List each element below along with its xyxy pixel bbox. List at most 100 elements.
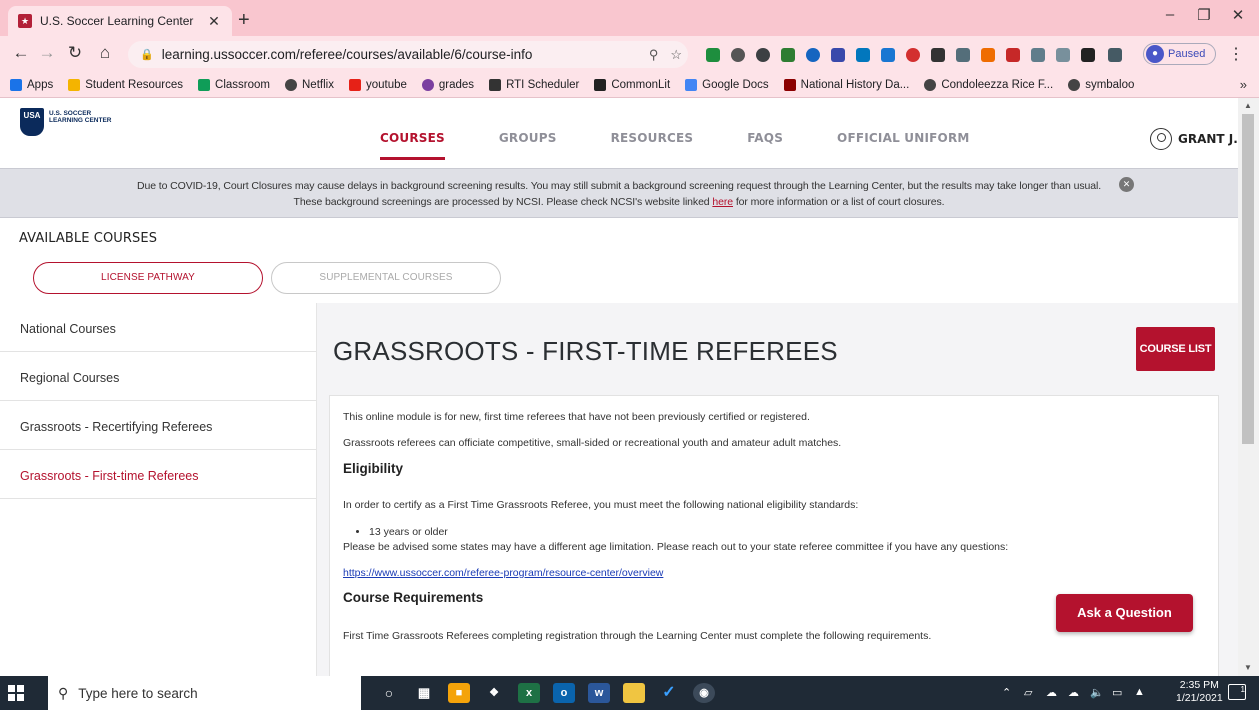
- ussoccer-logo[interactable]: USA U.S. SOCCER LEARNING CENTER: [20, 108, 111, 136]
- bookmark-apps[interactable]: Apps: [10, 78, 53, 91]
- bookmark-classroom[interactable]: Classroom: [198, 78, 270, 91]
- sidebar-item-national-courses[interactable]: National Courses: [0, 303, 316, 352]
- onedrive-icon[interactable]: ☁: [1046, 686, 1057, 699]
- sidebar-item-first-time-referees[interactable]: Grassroots - First-time Referees: [0, 450, 316, 499]
- scroll-up-icon[interactable]: ▲: [1244, 101, 1252, 110]
- extension-icon[interactable]: [756, 48, 770, 62]
- chrome-icon[interactable]: ◉: [693, 683, 715, 703]
- meet-now-icon[interactable]: ▱: [1024, 686, 1032, 699]
- extension-icon[interactable]: [731, 48, 745, 62]
- bookmark-netflix[interactable]: Netflix: [285, 78, 334, 91]
- outlook-icon[interactable]: o: [553, 683, 575, 703]
- close-tab-icon[interactable]: ✕: [206, 13, 222, 30]
- file-explorer-icon[interactable]: [623, 683, 645, 703]
- extension-icon[interactable]: [956, 48, 970, 62]
- sidebar-item-recertifying-referees[interactable]: Grassroots - Recertifying Referees: [0, 401, 316, 450]
- available-courses-title: AVAILABLE COURSES: [19, 231, 158, 246]
- nav-groups[interactable]: GROUPS: [499, 131, 557, 160]
- extension-icon[interactable]: [806, 48, 820, 62]
- wifi-icon[interactable]: ▲: [1134, 686, 1145, 698]
- taskbar-search[interactable]: ⚲ Type here to search: [48, 676, 361, 710]
- cloud-icon[interactable]: ☁: [1068, 686, 1079, 699]
- extension-icon[interactable]: [781, 48, 795, 62]
- notice-text: for more information or a list of court …: [733, 196, 945, 208]
- more-bookmarks-icon[interactable]: »: [1240, 77, 1247, 92]
- supplemental-courses-tab[interactable]: SUPPLEMENTAL COURSES: [271, 262, 501, 294]
- nav-courses[interactable]: COURSES: [380, 131, 445, 160]
- store-icon[interactable]: ■: [448, 683, 470, 703]
- extension-icon[interactable]: [831, 48, 845, 62]
- cortana-icon[interactable]: ○: [378, 683, 400, 703]
- word-icon[interactable]: w: [588, 683, 610, 703]
- sidebar-item-regional-courses[interactable]: Regional Courses: [0, 352, 316, 401]
- excel-icon[interactable]: x: [518, 683, 540, 703]
- bookmark-symbaloo[interactable]: symbaloo: [1068, 78, 1135, 91]
- bookmark-condoleezza-rice[interactable]: Condoleezza Rice F...: [924, 78, 1053, 91]
- avatar: ●: [1146, 45, 1164, 63]
- task-view-icon[interactable]: ▦: [413, 683, 435, 703]
- windows-start-icon[interactable]: [8, 685, 24, 701]
- scroll-down-icon[interactable]: ▼: [1244, 663, 1252, 672]
- back-icon[interactable]: ←: [10, 43, 32, 63]
- bookmark-grades[interactable]: grades: [421, 78, 474, 91]
- nav-official-uniform[interactable]: OFFICIAL UNIFORM: [837, 131, 969, 160]
- bookmark-rti-scheduler[interactable]: RTI Scheduler: [489, 78, 579, 91]
- notice-line: These background screenings are processe…: [0, 194, 1238, 210]
- volume-icon[interactable]: 🔈: [1090, 686, 1104, 699]
- bookmark-national-history-day[interactable]: National History Da...: [783, 78, 909, 91]
- puzzle-icon[interactable]: [1081, 48, 1095, 62]
- browser-tab[interactable]: ★ U.S. Soccer Learning Center ✕: [8, 6, 232, 36]
- user-menu[interactable]: GRANT J.: [1150, 128, 1238, 150]
- clock-time: 2:35 PM: [1179, 679, 1219, 691]
- bookmark-student-resources[interactable]: Student Resources: [68, 78, 183, 91]
- tab-title: U.S. Soccer Learning Center: [40, 14, 194, 28]
- extension-icon[interactable]: [856, 48, 870, 62]
- notification-center-icon[interactable]: 1: [1228, 684, 1246, 700]
- cast-icon[interactable]: [1108, 48, 1122, 62]
- link-row: https://www.ussoccer.com/referee-program…: [343, 566, 1218, 580]
- scrollbar-thumb[interactable]: [1242, 114, 1254, 444]
- new-tab-button[interactable]: +: [238, 9, 250, 32]
- course-list-button[interactable]: COURSE LIST: [1136, 327, 1215, 371]
- dropbox-icon[interactable]: ❖: [483, 683, 505, 703]
- bookmark-star-icon[interactable]: ☆: [670, 47, 682, 63]
- bookmark-label: symbaloo: [1085, 78, 1135, 91]
- address-bar[interactable]: 🔒 learning.ussoccer.com/referee/courses/…: [128, 41, 688, 68]
- extension-icon[interactable]: [1031, 48, 1045, 62]
- page-scrollbar[interactable]: ▲ ▼: [1238, 98, 1259, 676]
- bookmark-google-docs[interactable]: Google Docs: [685, 78, 769, 91]
- extension-icon[interactable]: [1006, 48, 1020, 62]
- powerautomate-icon[interactable]: ✓: [658, 683, 680, 703]
- nav-resources[interactable]: RESOURCES: [611, 131, 694, 160]
- minimize-icon[interactable]: –: [1155, 6, 1185, 23]
- extension-icon[interactable]: [1056, 48, 1070, 62]
- opera-icon[interactable]: [906, 48, 920, 62]
- extension-icon[interactable]: [881, 48, 895, 62]
- profile-button[interactable]: ● Paused: [1143, 43, 1216, 65]
- show-hidden-icons-icon[interactable]: ⌃: [1002, 686, 1011, 699]
- courses-content: National Courses Regional Courses Grassr…: [0, 303, 1238, 676]
- system-clock[interactable]: 2:35 PM 1/21/2021: [1176, 679, 1223, 705]
- license-pathway-tab[interactable]: LICENSE PATHWAY: [33, 262, 263, 294]
- extension-icon[interactable]: [706, 48, 720, 62]
- browser-menu-icon[interactable]: ⋮: [1228, 44, 1244, 64]
- page-title: GRASSROOTS - FIRST-TIME REFEREES: [333, 336, 838, 366]
- battery-icon[interactable]: ▭: [1112, 686, 1122, 699]
- extension-icon[interactable]: [981, 48, 995, 62]
- bookmark-commonlit[interactable]: CommonLit: [594, 78, 670, 91]
- ask-a-question-button[interactable]: Ask a Question: [1056, 594, 1193, 632]
- eligibility-note: Please be advised some states may have a…: [343, 541, 1009, 553]
- qr-code-icon[interactable]: [931, 48, 945, 62]
- bookmark-label: Google Docs: [702, 78, 769, 91]
- bookmark-youtube[interactable]: youtube: [348, 78, 407, 91]
- reload-icon[interactable]: ↻: [64, 43, 86, 63]
- resource-center-link[interactable]: https://www.ussoccer.com/referee-program…: [343, 567, 663, 579]
- window-close-icon[interactable]: ✕: [1223, 6, 1253, 24]
- close-notice-icon[interactable]: ✕: [1119, 177, 1134, 192]
- forward-icon[interactable]: →: [36, 43, 58, 63]
- ncsi-here-link[interactable]: here: [712, 196, 733, 208]
- restore-icon[interactable]: ❐: [1189, 6, 1219, 24]
- key-icon[interactable]: ⚲: [649, 47, 659, 63]
- nav-faqs[interactable]: FAQS: [747, 131, 783, 160]
- home-icon[interactable]: ⌂: [94, 43, 116, 63]
